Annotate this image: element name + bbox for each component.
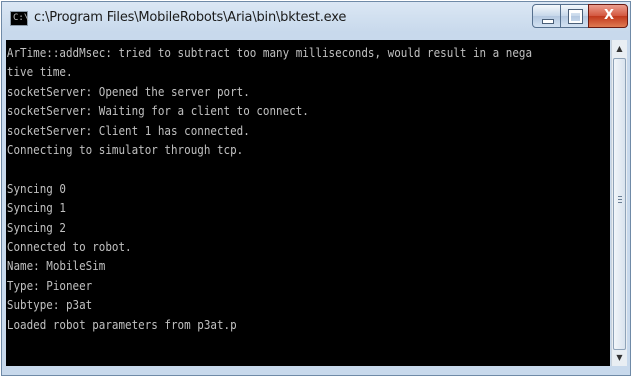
close-button[interactable]: X	[588, 4, 628, 28]
scroll-down-arrow-icon[interactable]: ▼	[612, 349, 627, 366]
minimize-icon	[542, 19, 554, 24]
vertical-scrollbar[interactable]: ▲ ▼	[611, 40, 627, 366]
console-window: C:\ c:\Program Files\MobileRobots\Aria\b…	[1, 1, 631, 376]
maximize-icon	[568, 9, 583, 24]
console-app-icon[interactable]: C:\	[10, 11, 30, 26]
minimize-button[interactable]	[532, 4, 561, 28]
title-bar[interactable]: C:\ c:\Program Files\MobileRobots\Aria\b…	[2, 2, 630, 40]
grip-icon	[618, 196, 622, 197]
close-icon: X	[603, 8, 615, 23]
scroll-thumb[interactable]	[613, 58, 626, 350]
console-text: ArTime::addMsec: tried to subtract too m…	[6, 45, 533, 332]
maximize-button[interactable]	[560, 4, 589, 28]
console-output[interactable]: ArTime::addMsec: tried to subtract too m…	[6, 40, 610, 366]
console-prompt-glyph: C:\	[13, 13, 30, 23]
window-title: c:\Program Files\MobileRobots\Aria\bin\b…	[34, 10, 347, 25]
scroll-up-arrow-icon[interactable]: ▲	[612, 40, 627, 57]
